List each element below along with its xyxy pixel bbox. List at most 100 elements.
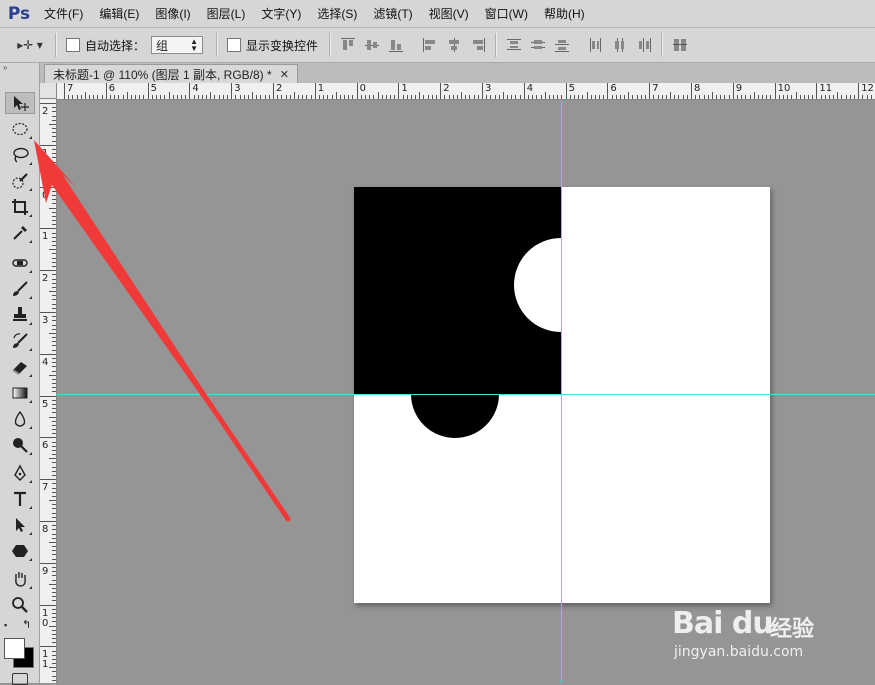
ruler-h-tick (156, 95, 157, 99)
menu-image[interactable]: 图像(I) (149, 5, 196, 22)
tool-preset-picker[interactable]: ▸✛ ▾ (10, 31, 50, 59)
pen-tool[interactable] (5, 462, 35, 484)
ruler-v-label: 0 (42, 191, 48, 201)
horizontal-ruler[interactable]: 76543210123456789101112 (57, 83, 875, 100)
eraser-tool[interactable] (5, 356, 35, 378)
ruler-h-tick (666, 95, 667, 99)
ruler-v-tick (52, 642, 56, 643)
vertical-ruler[interactable]: 2101234567891 01 1 (40, 99, 57, 683)
ruler-v-tick (52, 111, 56, 112)
marquee-tool[interactable] (5, 118, 35, 140)
menu-bar: Ps 文件(F) 编辑(E) 图像(I) 图层(L) 文字(Y) 选择(S) 滤… (0, 0, 875, 28)
swap-colors-icon[interactable]: ↰ (22, 618, 31, 631)
ruler-v-tick (52, 617, 56, 618)
ruler-v-tick (52, 676, 56, 677)
align-left-icon[interactable] (420, 35, 440, 55)
ruler-h-tick (306, 95, 307, 99)
history-brush-tool[interactable] (5, 330, 35, 352)
ruler-h-tick (653, 95, 654, 99)
show-transform-checkbox[interactable] (227, 38, 241, 52)
document-tab[interactable]: 未标题-1 @ 110% (图层 1 副本, RGB/8) * ✕ (44, 64, 298, 84)
ruler-v-tick (40, 228, 56, 229)
ruler-h-tick (578, 95, 579, 99)
distribute-hcenter-icon[interactable] (610, 35, 630, 55)
updown-icon: ▲▼ (190, 38, 198, 52)
vertical-guide[interactable] (561, 100, 562, 683)
default-colors-icon[interactable]: ▪ (4, 620, 7, 630)
align-top-icon[interactable] (338, 35, 358, 55)
zoom-tool[interactable] (5, 594, 35, 616)
ruler-h-tick (683, 95, 684, 99)
ruler-h-tick (97, 95, 98, 99)
menu-type[interactable]: 文字(Y) (255, 5, 307, 22)
ruler-v-tick (52, 141, 56, 142)
hand-tool[interactable] (5, 568, 35, 590)
align-right-icon[interactable] (468, 35, 488, 55)
ruler-v-tick (52, 538, 56, 539)
distribute-right-icon[interactable] (634, 35, 654, 55)
auto-select-mode-dropdown[interactable]: 组 ▲▼ (151, 36, 203, 54)
align-hcenter-icon[interactable] (444, 35, 464, 55)
distribute-bottom-icon[interactable] (552, 35, 572, 55)
ruler-v-tick (49, 124, 56, 125)
ruler-h-label: 6 (109, 83, 115, 94)
ruler-h-tick (311, 95, 312, 99)
menu-view[interactable]: 视图(V) (423, 5, 475, 22)
menu-layer[interactable]: 图层(L) (201, 5, 252, 22)
menu-filter[interactable]: 滤镜(T) (367, 5, 418, 22)
brush-tool[interactable] (5, 278, 35, 300)
ruler-v-label: 9 (42, 567, 48, 577)
ruler-h-tick (135, 95, 136, 99)
auto-align-layers-icon[interactable] (670, 35, 690, 55)
panel-grip[interactable]: » (0, 63, 39, 73)
close-icon[interactable]: ✕ (280, 68, 289, 81)
ruler-h-tick (252, 92, 253, 99)
quick-mask-icon[interactable] (12, 673, 28, 685)
align-vcenter-icon[interactable] (362, 35, 382, 55)
menu-edit[interactable]: 编辑(E) (93, 5, 145, 22)
ruler-origin[interactable] (40, 83, 57, 99)
ruler-h-tick (428, 95, 429, 99)
horizontal-guide[interactable] (57, 394, 875, 395)
ruler-v-tick (52, 345, 56, 346)
healing-tool[interactable] (5, 252, 35, 274)
foreground-color-swatch[interactable] (4, 638, 25, 659)
ruler-h-tick (549, 95, 550, 99)
eyedropper-tool[interactable] (5, 222, 35, 244)
type-tool[interactable] (5, 488, 35, 510)
ruler-v-tick (52, 488, 56, 489)
watermark-url: jingyan.baidu.com (674, 644, 803, 660)
distribute-left-icon[interactable] (586, 35, 606, 55)
menu-select[interactable]: 选择(S) (311, 5, 363, 22)
distribute-vcenter-icon[interactable] (528, 35, 548, 55)
dodge-tool[interactable] (5, 434, 35, 456)
ruler-v-tick (52, 304, 56, 305)
ruler-v-tick (52, 279, 56, 280)
stamp-tool[interactable] (5, 304, 35, 326)
ruler-h-tick (545, 92, 546, 99)
ruler-v-tick (52, 550, 56, 551)
separator (329, 33, 331, 57)
ruler-h-tick (800, 95, 801, 99)
menu-window[interactable]: 窗口(W) (479, 5, 534, 22)
document-canvas[interactable] (354, 187, 770, 603)
blur-tool[interactable] (5, 408, 35, 430)
lasso-tool[interactable] (5, 144, 35, 166)
align-bottom-icon[interactable] (386, 35, 406, 55)
ruler-h-tick (511, 95, 512, 99)
ruler-h-tick (148, 83, 149, 99)
auto-select-checkbox[interactable] (66, 38, 80, 52)
crop-tool[interactable] (5, 196, 35, 218)
move-tool[interactable] (5, 92, 35, 114)
ruler-h-tick (670, 92, 671, 99)
path-select-tool[interactable] (5, 514, 35, 536)
menu-help[interactable]: 帮助(H) (538, 5, 591, 22)
ruler-v-tick (52, 596, 56, 597)
menu-file[interactable]: 文件(F) (38, 5, 89, 22)
quick-select-tool[interactable] (5, 170, 35, 192)
distribute-top-icon[interactable] (504, 35, 524, 55)
gradient-tool[interactable] (5, 382, 35, 404)
ruler-h-tick (712, 92, 713, 99)
path-select-icon (11, 516, 29, 534)
shape-tool[interactable] (5, 540, 35, 562)
